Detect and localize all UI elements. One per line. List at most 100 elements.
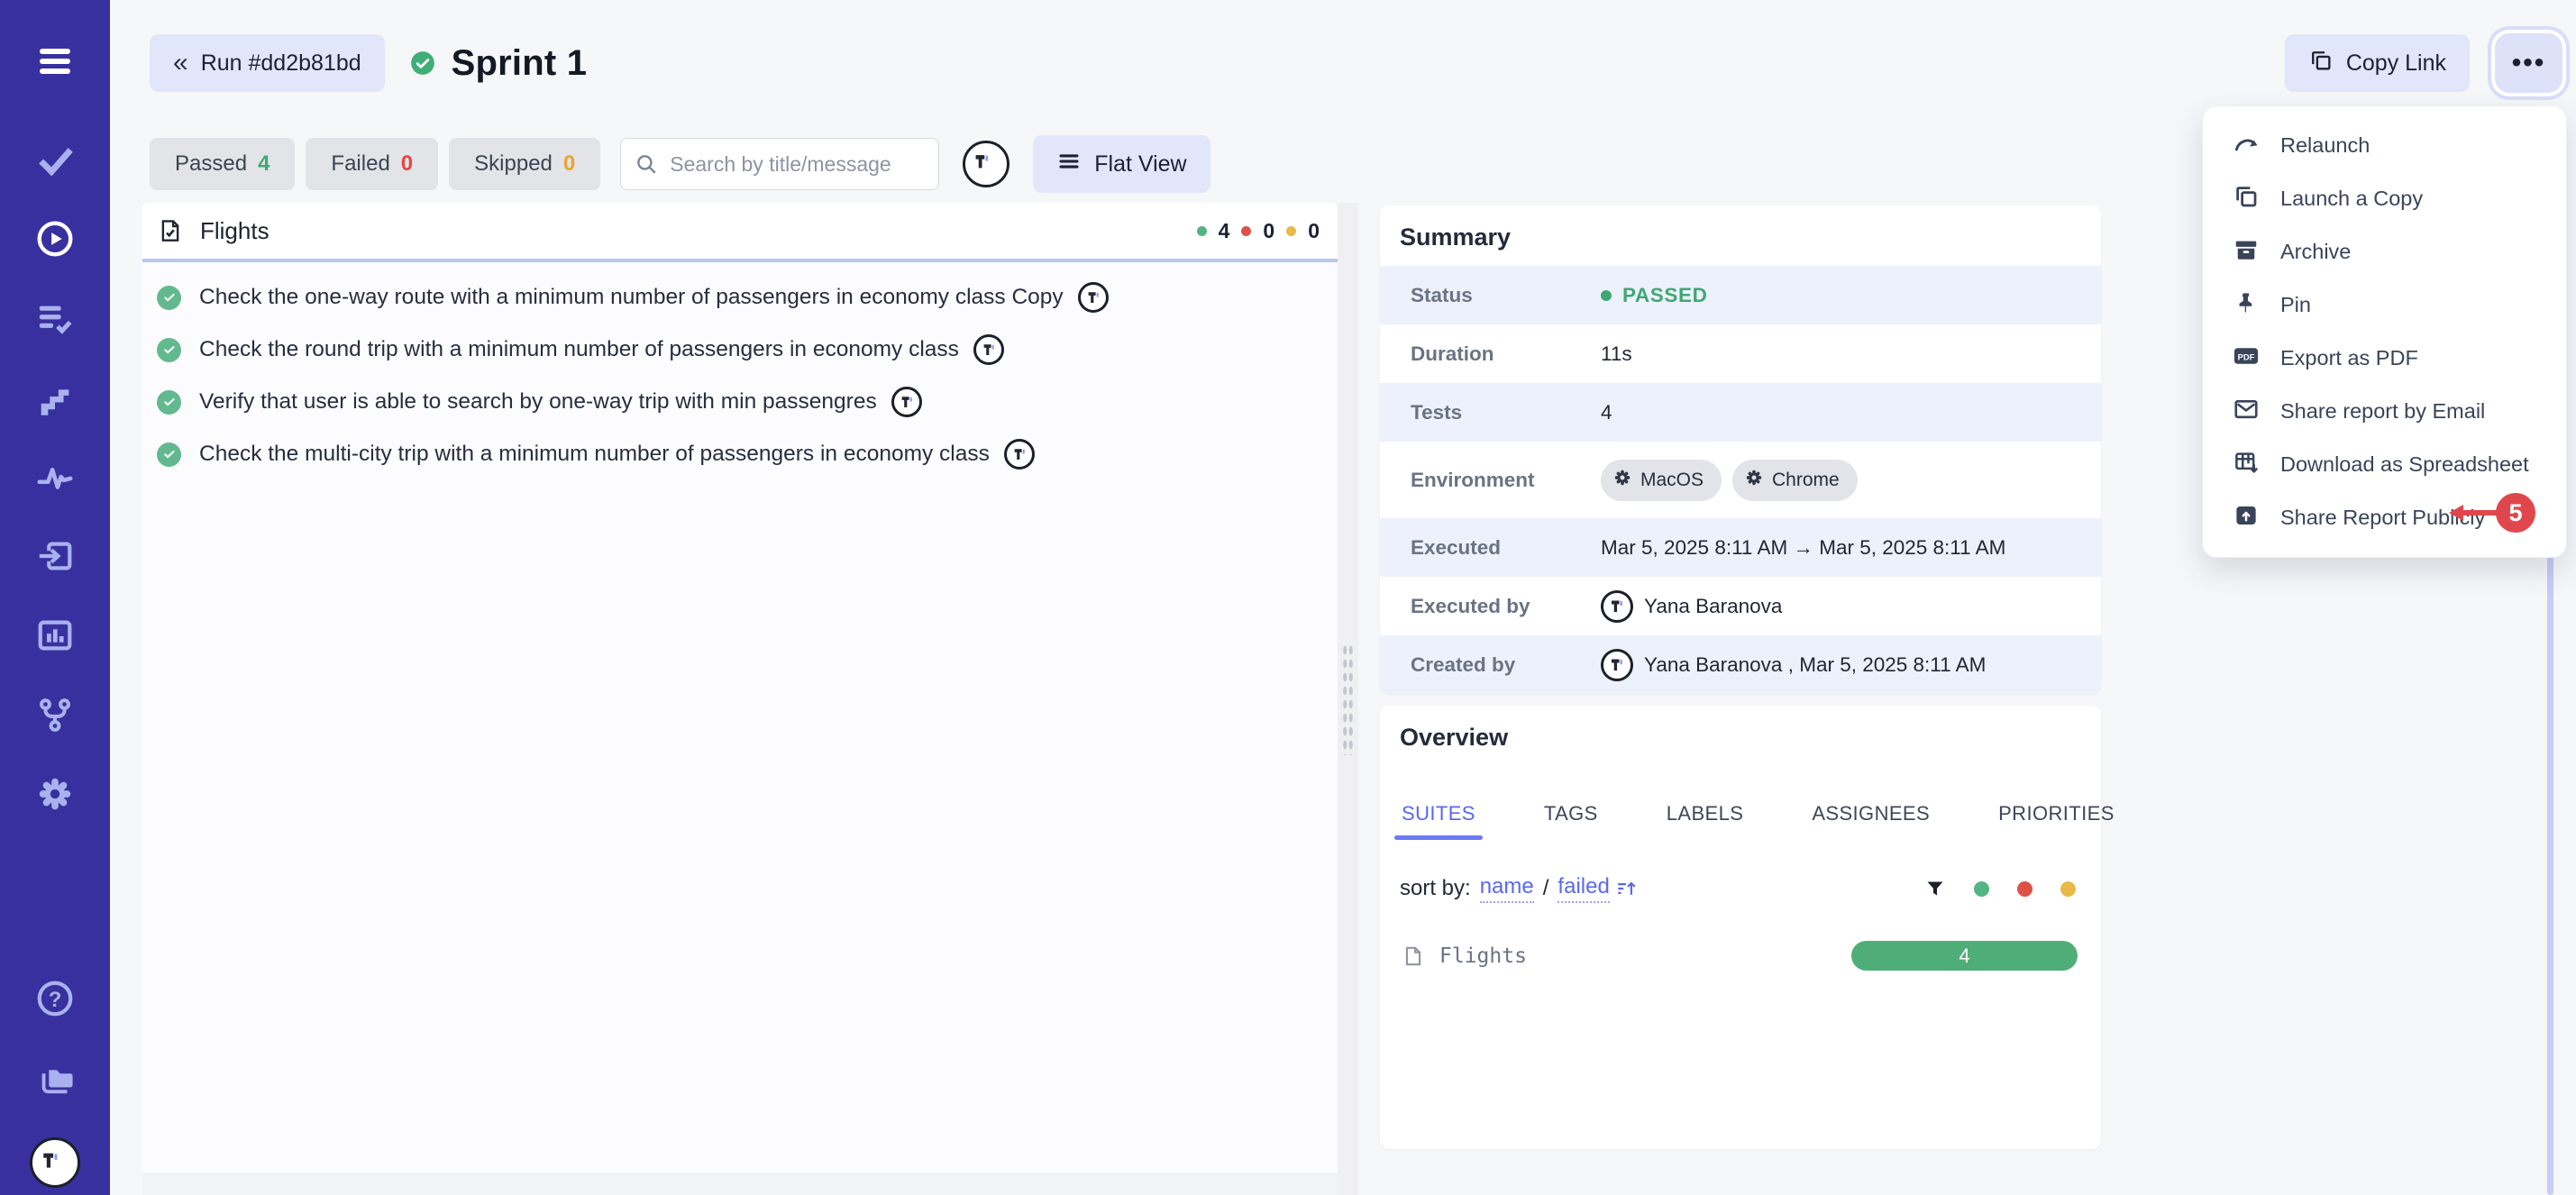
filter-passed-button[interactable]: Passed 4 (150, 138, 295, 190)
environment-chip-macos[interactable]: MacOS (1601, 460, 1722, 501)
flat-view-icon (1056, 149, 1082, 180)
sidebar-item-import[interactable] (34, 536, 76, 578)
test-row[interactable]: Check the one-way route with a minimum n… (142, 271, 1338, 324)
tab-priorities[interactable]: PRIORITIES (1996, 802, 2116, 838)
menu-item-archive[interactable]: Archive (2203, 225, 2566, 278)
hamburger-icon (34, 41, 76, 85)
tab-tags[interactable]: TAGS (1542, 802, 1600, 838)
menu-item-download-as-spreadsheet[interactable]: Download as Spreadsheet (2203, 438, 2566, 491)
executed-by-label: Executed by (1380, 595, 1601, 618)
menu-item-pin[interactable]: Pin (2203, 278, 2566, 332)
menu-item-label: Relaunch (2280, 133, 2370, 158)
search-container (620, 138, 939, 190)
test-title: Check the multi-city trip with a minimum… (199, 442, 990, 467)
tab-assignees[interactable]: ASSIGNEES (1810, 802, 1932, 838)
header-actions: Copy Link ••• (2285, 33, 2562, 93)
summary-row-created-by: Created by Yana Baranova , Mar 5, 2025 8… (1380, 635, 2101, 694)
test-row[interactable]: Check the multi-city trip with a minimum… (142, 428, 1338, 480)
sidebar-item-test-plans[interactable] (34, 298, 76, 340)
sidebar-item-analytics[interactable] (34, 616, 76, 657)
sort-row: sort by: name / failed (1400, 874, 2076, 903)
flat-view-button[interactable]: Flat View (1033, 135, 1210, 193)
test-assignee-avatar[interactable] (1078, 282, 1109, 313)
tab-labels[interactable]: LABELS (1665, 802, 1746, 838)
test-row[interactable]: Verify that user is able to search by on… (142, 376, 1338, 428)
sidebar-item-help[interactable]: ? (34, 979, 76, 1020)
pulse-icon (34, 456, 76, 500)
help-icon: ? (34, 978, 76, 1022)
share-publicly-icon (2233, 502, 2260, 534)
copy-icon (2233, 183, 2260, 215)
menu-item-launch-a-copy[interactable]: Launch a Copy (2203, 172, 2566, 225)
created-by-value: Yana Baranova , Mar 5, 2025 8:11 AM (1644, 653, 1986, 677)
suite-passed-bar[interactable]: 4 (1851, 941, 2078, 971)
legend-passed-dot-icon[interactable] (1974, 881, 1989, 897)
overview-suite-row[interactable]: Flights 4 (1402, 941, 2078, 971)
legend-skipped-dot-icon[interactable] (2060, 881, 2076, 897)
flat-view-label: Flat View (1094, 151, 1186, 178)
copy-icon (2308, 48, 2334, 79)
sidebar-item-runs[interactable] (34, 219, 76, 260)
tests-label: Tests (1380, 401, 1601, 424)
back-to-run-button[interactable]: « Run #dd2b81bd (150, 34, 385, 92)
test-row[interactable]: Check the round trip with a minimum numb… (142, 324, 1338, 376)
pin-icon (2233, 289, 2260, 322)
copy-link-button[interactable]: Copy Link (2285, 34, 2470, 92)
menu-item-label: Launch a Copy (2280, 187, 2423, 211)
filter-funnel-icon[interactable] (1924, 878, 1946, 899)
page-title: Sprint 1 (452, 43, 588, 84)
sidebar-item-branches[interactable] (34, 695, 76, 736)
svg-text:PDF: PDF (2238, 352, 2255, 361)
search-input[interactable] (620, 138, 939, 190)
legend-failed-dot-icon[interactable] (2017, 881, 2032, 897)
panel-resizer[interactable] (1338, 203, 1358, 1195)
test-assignee-avatar[interactable] (973, 334, 1004, 365)
sort-by-failed-link[interactable]: failed (1557, 874, 1609, 903)
test-assignee-avatar[interactable] (891, 387, 922, 417)
sort-ascending-icon[interactable] (1615, 877, 1639, 900)
sort-by-name-link[interactable]: name (1480, 874, 1534, 903)
filter-skipped-button[interactable]: Skipped 0 (449, 138, 600, 190)
stairs-icon (34, 377, 76, 421)
menu-item-relaunch[interactable]: Relaunch (2203, 119, 2566, 172)
sidebar-item-checks[interactable] (34, 140, 76, 181)
test-assignee-avatar[interactable] (1004, 439, 1035, 470)
more-actions-button[interactable]: ••• (2495, 33, 2562, 93)
assignee-filter-avatar[interactable] (963, 141, 1009, 187)
sidebar-item-menu[interactable] (34, 41, 76, 83)
search-icon (635, 152, 658, 176)
suite-header[interactable]: Flights 4 0 0 (142, 203, 1338, 262)
test-title: Check the one-way route with a minimum n… (199, 285, 1064, 310)
executed-by-value: Yana Baranova (1644, 595, 1782, 618)
tab-suites[interactable]: SUITES (1400, 802, 1477, 838)
menu-item-label: Archive (2280, 240, 2351, 264)
gear-icon (34, 773, 76, 817)
bar-chart-icon (34, 615, 76, 659)
filter-failed-button[interactable]: Failed 0 (306, 138, 438, 190)
summary-row-executed: Executed Mar 5, 2025 8:11 AM → Mar 5, 20… (1380, 518, 2101, 577)
test-passed-icon (157, 442, 181, 467)
failed-count: 0 (401, 151, 413, 177)
tutorial-step-badge: 5 (2496, 493, 2535, 533)
sidebar-item-projects[interactable] (34, 1058, 76, 1099)
run-passed-icon (410, 50, 435, 76)
workspace-logo[interactable] (30, 1137, 80, 1188)
status-legend (1924, 878, 2076, 899)
skipped-label: Skipped (474, 151, 553, 177)
tutorial-annotation: 5 (2449, 493, 2535, 533)
passed-dot-icon (1197, 226, 1207, 236)
suite-counts: 4 0 0 (1197, 219, 1325, 243)
menu-item-export-as-pdf[interactable]: PDF Export as PDF (2203, 332, 2566, 385)
chevrons-left-icon: « (173, 50, 188, 77)
sidebar-item-settings[interactable] (34, 774, 76, 816)
environment-chip-chrome[interactable]: Chrome (1732, 460, 1858, 501)
sidebar-item-pulse[interactable] (34, 457, 76, 498)
menu-item-share-report-by-email[interactable]: Share report by Email (2203, 385, 2566, 438)
summary-row-duration: Duration 11s (1380, 324, 2101, 383)
horizontal-scrollbar-track[interactable] (142, 1173, 1338, 1195)
sidebar-item-steps[interactable] (34, 378, 76, 419)
tutorial-arrow-icon (2449, 500, 2498, 525)
test-passed-icon (157, 286, 181, 310)
environment-chip-label: Chrome (1772, 470, 1840, 491)
failed-dot-icon (1241, 226, 1251, 236)
